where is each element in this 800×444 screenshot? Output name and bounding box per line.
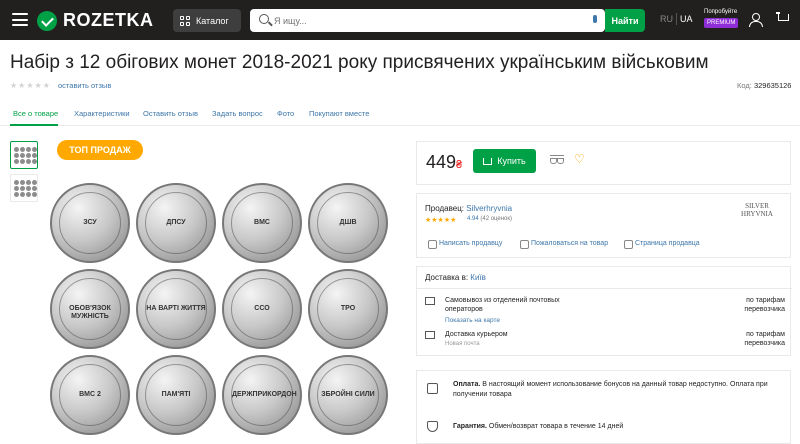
page-title: Набір з 12 обігових монет 2018-2021 року…: [10, 52, 709, 73]
buy-button[interactable]: Купить: [473, 149, 536, 173]
find-button[interactable]: Найти: [605, 9, 645, 32]
coin-2: ДПСУ: [136, 183, 216, 263]
search-icon: [259, 14, 269, 24]
wallet-icon: [427, 383, 438, 394]
shield-icon: [427, 421, 438, 432]
coin-3: ВМС: [222, 183, 302, 263]
complain-link[interactable]: Пожаловаться на товар: [519, 240, 608, 249]
rating-stars: ★ ★ ★ ★ ★: [10, 81, 50, 90]
tab-characteristics[interactable]: Характеристики: [74, 109, 130, 118]
pickup-price: по тарифам перевозчика: [744, 297, 785, 314]
warranty-info: Гарантия. Обмен/возврат товара в течение…: [453, 423, 624, 430]
top-sale-badge: ТОП ПРОДАЖ: [57, 140, 143, 160]
thumbnail-2[interactable]: [10, 174, 38, 202]
tab-question[interactable]: Задать вопрос: [212, 109, 263, 118]
coin-11: ДЕРЖПРИКОРДОН: [222, 355, 302, 435]
product-code: Код: 329635126: [737, 81, 792, 90]
delivery-title: Доставка в: Київ: [425, 273, 486, 282]
coin-6: НА ВАРТІ ЖИТТЯ: [136, 269, 216, 349]
price: 449₴: [426, 152, 463, 172]
pickup-icon: [425, 297, 435, 305]
seller-name-link[interactable]: Silverhryvnia: [466, 204, 512, 213]
coin-8: ТРО: [308, 269, 388, 349]
courier-icon: [425, 331, 435, 339]
premium-promo[interactable]: Попробуйте PREMIUM: [704, 9, 739, 28]
coin-10: ПАМ'ЯТІ: [136, 355, 216, 435]
coin-7: ССО: [222, 269, 302, 349]
seller-logo: SILVER HRYVNIA: [741, 202, 773, 219]
coin-12: ЗБРОЙНІ СИЛИ: [308, 355, 388, 435]
logo-mark-icon: [37, 10, 57, 31]
heart-icon[interactable]: ♡: [574, 152, 585, 166]
cart-icon[interactable]: [776, 12, 792, 26]
pickup-option: Самовывоз из отделений почтовых оператор…: [445, 297, 560, 314]
coin-4: ДШВ: [308, 183, 388, 263]
delivery-box: Доставка в: Київ Самовывоз из отделений …: [416, 266, 792, 356]
search-input[interactable]: [274, 13, 574, 28]
coin-1: ЗСУ: [50, 183, 130, 263]
seller-line: Продавец: Silverhryvnia: [425, 204, 513, 213]
tab-all[interactable]: Все о товаре: [13, 109, 58, 118]
premium-badge: PREMIUM: [704, 18, 739, 28]
product-tabs: Все о товаре Характеристики Оставить отз…: [0, 101, 800, 126]
logo[interactable]: ROZETKA: [37, 10, 154, 31]
mic-icon[interactable]: [593, 15, 597, 23]
divider: [417, 288, 792, 289]
coin-9: ВМС 2: [50, 355, 130, 435]
coin-5: ОБОВ'ЯЗОК МУЖНІСТЬ: [50, 269, 130, 349]
user-icon[interactable]: [749, 13, 763, 27]
write-seller-link[interactable]: Написать продавцу: [427, 240, 502, 249]
cart-icon: [483, 157, 493, 165]
tab-photo[interactable]: Фото: [277, 109, 294, 118]
tab-bought-together[interactable]: Покупают вместе: [309, 109, 369, 118]
payment-info: Оплата. В настоящий момент использование…: [453, 381, 768, 398]
courier-carrier: Новая почта: [445, 341, 480, 347]
seller-page-link[interactable]: Страница продавца: [624, 240, 700, 249]
thumbnail-1[interactable]: [10, 141, 38, 169]
grid-icon: [180, 15, 190, 26]
show-on-map-link[interactable]: Показать на карте: [445, 317, 500, 324]
lang-ru[interactable]: RU: [660, 14, 673, 24]
seller-box: Продавец: Silverhryvnia ★★★★★ 4.94 (42 о…: [416, 193, 791, 258]
top-bar: ROZETKA Каталог Найти RU UA ПопробуйтеPR…: [0, 0, 800, 40]
menu-icon[interactable]: [12, 13, 28, 26]
courier-price: по тарифам перевозчика: [744, 331, 785, 348]
city-link[interactable]: Київ: [470, 273, 486, 282]
compare-icon[interactable]: [550, 155, 564, 165]
info-box: Оплата. В настоящий момент использование…: [416, 370, 791, 444]
lang-ua[interactable]: UA: [680, 14, 693, 24]
search-box[interactable]: [250, 9, 605, 32]
seller-rating: 4.94 (42 оценок): [467, 216, 513, 222]
tab-active-indicator: [10, 124, 58, 126]
courier-option: Доставка курьером: [445, 331, 508, 338]
leave-review-link[interactable]: оставить отзыв: [58, 81, 111, 90]
catalog-button[interactable]: Каталог: [173, 9, 241, 32]
buy-box: 449₴ Купить ♡: [416, 141, 791, 185]
lang-divider: [676, 13, 677, 25]
tab-review[interactable]: Оставить отзыв: [143, 109, 198, 118]
seller-stars: ★★★★★: [425, 217, 457, 224]
